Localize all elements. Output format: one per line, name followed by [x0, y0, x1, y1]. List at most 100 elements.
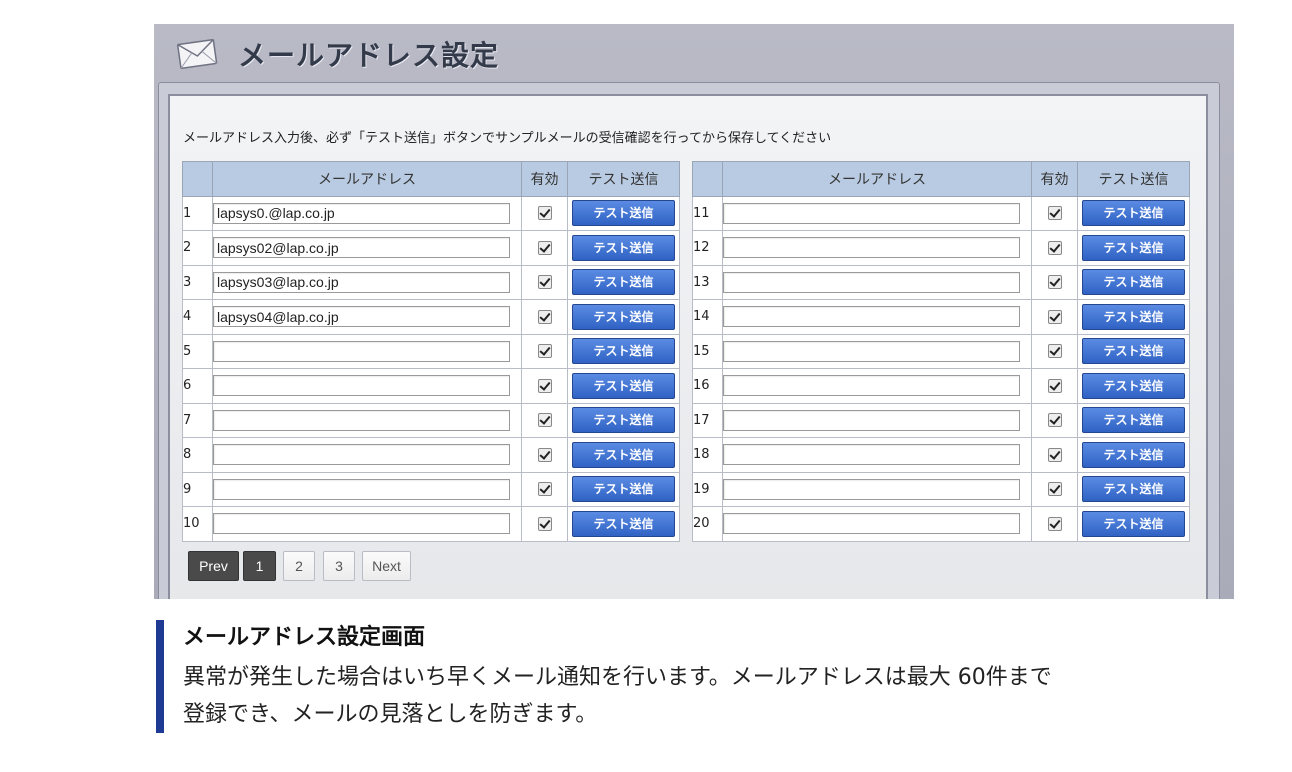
next-page-button[interactable]: Next: [362, 551, 411, 581]
email-input[interactable]: [723, 306, 1020, 328]
email-input[interactable]: [723, 271, 1020, 293]
table-row: 18 テスト送信: [692, 437, 1190, 473]
test-send-cell: テスト送信: [567, 333, 680, 369]
enabled-checkbox[interactable]: [1047, 275, 1062, 290]
test-send-button[interactable]: テスト送信: [572, 338, 675, 365]
email-input[interactable]: [213, 513, 510, 535]
page-button-2[interactable]: 2: [283, 551, 315, 581]
enabled-cell: [1031, 402, 1078, 438]
address-cell: [722, 333, 1032, 369]
email-input[interactable]: [723, 409, 1020, 431]
address-cell: [722, 195, 1032, 231]
enabled-checkbox[interactable]: [537, 482, 552, 497]
table-row: 15 テスト送信: [692, 333, 1190, 369]
email-input[interactable]: [723, 340, 1020, 362]
test-send-button[interactable]: テスト送信: [572, 234, 675, 261]
email-input[interactable]: [213, 340, 510, 362]
enabled-cell: [1031, 333, 1078, 369]
table-row: 6 テスト送信: [182, 368, 680, 404]
address-cell: [722, 506, 1032, 542]
enabled-checkbox[interactable]: [537, 516, 552, 531]
test-send-cell: テスト送信: [1077, 402, 1190, 438]
row-number: 18: [692, 437, 723, 473]
row-number: 9: [182, 471, 213, 507]
email-input[interactable]: [213, 444, 510, 466]
test-send-button[interactable]: テスト送信: [572, 269, 675, 296]
test-send-cell: テスト送信: [567, 402, 680, 438]
enabled-checkbox[interactable]: [1047, 309, 1062, 324]
test-send-button[interactable]: テスト送信: [1082, 338, 1185, 365]
enabled-checkbox[interactable]: [1047, 240, 1062, 255]
test-send-button[interactable]: テスト送信: [1082, 200, 1185, 227]
test-send-button[interactable]: テスト送信: [1082, 441, 1185, 468]
enabled-checkbox[interactable]: [537, 344, 552, 359]
email-input[interactable]: [723, 444, 1020, 466]
test-send-button[interactable]: テスト送信: [572, 200, 675, 227]
test-send-button[interactable]: テスト送信: [1082, 303, 1185, 330]
enabled-checkbox[interactable]: [537, 447, 552, 462]
test-send-button[interactable]: テスト送信: [572, 303, 675, 330]
enabled-cell: [521, 437, 568, 473]
test-send-button[interactable]: テスト送信: [1082, 269, 1185, 296]
email-input[interactable]: [723, 202, 1020, 224]
table-row: 5 テスト送信: [182, 333, 680, 369]
email-input[interactable]: [723, 478, 1020, 500]
enabled-checkbox[interactable]: [1047, 378, 1062, 393]
email-input[interactable]: [213, 375, 510, 397]
test-send-button[interactable]: テスト送信: [1082, 476, 1185, 503]
table-row: 9 テスト送信: [182, 471, 680, 507]
row-number: 11: [692, 195, 723, 231]
test-send-button[interactable]: テスト送信: [572, 441, 675, 468]
email-input[interactable]: [213, 202, 510, 224]
enabled-cell: [521, 471, 568, 507]
enabled-checkbox[interactable]: [537, 240, 552, 255]
test-send-cell: テスト送信: [567, 506, 680, 542]
enabled-checkbox[interactable]: [1047, 413, 1062, 428]
prev-page-button[interactable]: Prev: [188, 551, 239, 581]
test-send-button[interactable]: テスト送信: [1082, 407, 1185, 434]
enabled-checkbox[interactable]: [1047, 344, 1062, 359]
enabled-checkbox[interactable]: [1047, 447, 1062, 462]
row-number: 8: [182, 437, 213, 473]
test-send-button[interactable]: テスト送信: [1082, 510, 1185, 537]
email-input[interactable]: [213, 409, 510, 431]
enabled-checkbox[interactable]: [1047, 482, 1062, 497]
email-table-left: メールアドレス 有効 テスト送信 1 テスト送信 2 テスト送信 3 テスト送信 4 テスト送…: [182, 161, 680, 542]
header-test-send: テスト送信: [1077, 161, 1190, 197]
enabled-checkbox[interactable]: [537, 309, 552, 324]
table-row: 11 テスト送信: [692, 195, 1190, 231]
email-input[interactable]: [213, 306, 510, 328]
enabled-checkbox[interactable]: [537, 378, 552, 393]
enabled-checkbox[interactable]: [1047, 516, 1062, 531]
caption-title: メールアドレス設定画面: [183, 625, 426, 650]
enabled-cell: [521, 264, 568, 300]
test-send-cell: テスト送信: [567, 195, 680, 231]
email-input[interactable]: [213, 271, 510, 293]
enabled-cell: [1031, 506, 1078, 542]
test-send-button[interactable]: テスト送信: [572, 510, 675, 537]
enabled-checkbox[interactable]: [537, 275, 552, 290]
header-enabled: 有効: [1031, 161, 1078, 197]
enabled-checkbox[interactable]: [537, 413, 552, 428]
test-send-button[interactable]: テスト送信: [572, 372, 675, 399]
address-cell: [212, 299, 522, 335]
email-input[interactable]: [723, 513, 1020, 535]
page-button-1[interactable]: 1: [243, 551, 276, 581]
email-input[interactable]: [213, 237, 510, 259]
test-send-button[interactable]: テスト送信: [1082, 372, 1185, 399]
email-input[interactable]: [723, 237, 1020, 259]
enabled-cell: [1031, 299, 1078, 335]
table-row: 14 テスト送信: [692, 299, 1190, 335]
test-send-button[interactable]: テスト送信: [572, 476, 675, 503]
test-send-button[interactable]: テスト送信: [572, 407, 675, 434]
row-number: 13: [692, 264, 723, 300]
row-number: 20: [692, 506, 723, 542]
email-input[interactable]: [723, 375, 1020, 397]
test-send-button[interactable]: テスト送信: [1082, 234, 1185, 261]
address-cell: [722, 437, 1032, 473]
enabled-checkbox[interactable]: [1047, 206, 1062, 221]
row-number: 3: [182, 264, 213, 300]
email-input[interactable]: [213, 478, 510, 500]
page-button-3[interactable]: 3: [323, 551, 355, 581]
enabled-checkbox[interactable]: [537, 206, 552, 221]
